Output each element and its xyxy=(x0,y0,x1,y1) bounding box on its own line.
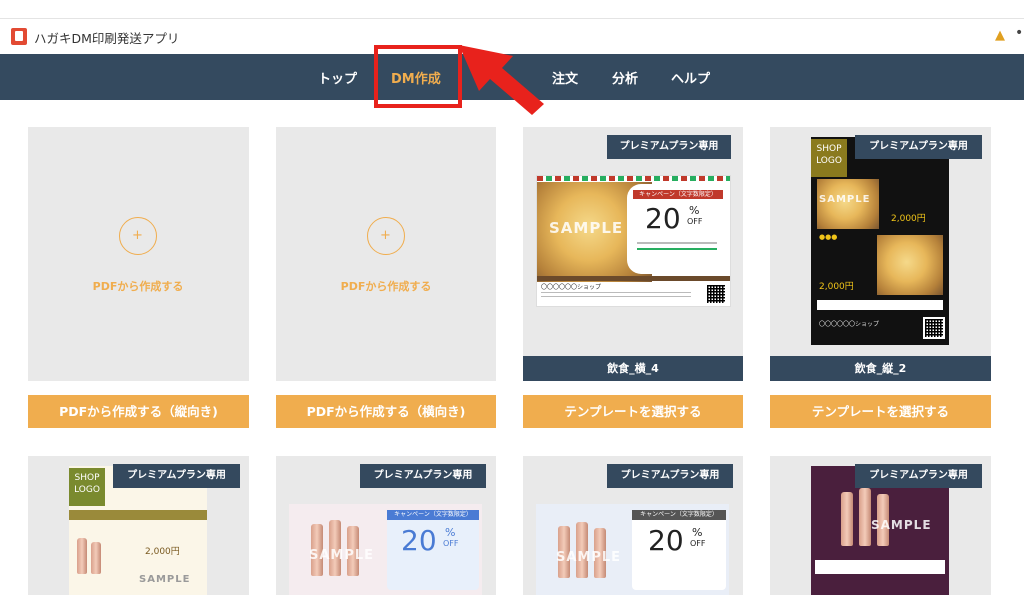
percent-sign: % xyxy=(692,526,703,539)
template-thumbnail: SAMPLE キャンペーン（文字数限定） 20 % OFF xyxy=(536,504,729,595)
premium-badge: プレミアムプラン専用 xyxy=(855,135,982,159)
pdf-create-label: PDFから作成する xyxy=(340,280,432,293)
sample-watermark: SAMPLE xyxy=(139,574,191,585)
pdf-card-horizontal[interactable]: + PDFから作成する xyxy=(276,127,496,381)
nav-item-help[interactable]: ヘルプ xyxy=(671,68,710,87)
price-label: 2,000円 xyxy=(891,214,926,224)
pdf-create-vertical-button[interactable]: PDFから作成する（縦向き) xyxy=(28,395,249,428)
shop-logo: SHOP LOGO xyxy=(811,139,847,177)
add-circle-icon: + xyxy=(367,217,405,255)
premium-badge: プレミアムプラン専用 xyxy=(855,464,982,488)
off-label: OFF xyxy=(690,539,706,548)
template-card-cosmetics-vertical-2[interactable]: SAMPLE プレミアムプラン専用 xyxy=(770,456,991,595)
campaign-label: キャンペーン（文字数限定） xyxy=(633,190,723,199)
more-icon[interactable]: ••• xyxy=(1015,25,1024,41)
off-label: OFF xyxy=(687,217,703,226)
discount-value: 20 xyxy=(401,524,437,557)
pdf-create-label: PDFから作成する xyxy=(92,280,184,293)
template-card-food-horizontal[interactable]: SAMPLE キャンペーン（文字数限定） 20 % OFF 〇〇〇〇〇〇ショップ… xyxy=(523,127,743,356)
shop-name: 〇〇〇〇〇〇ショップ xyxy=(819,321,880,328)
select-template-button[interactable]: テンプレートを選択する xyxy=(770,395,991,428)
template-card-cosmetics-horizontal-2[interactable]: SAMPLE キャンペーン（文字数限定） 20 % OFF プレミアムプラン専用 xyxy=(523,456,743,595)
qr-code-icon xyxy=(923,317,945,339)
template-thumbnail: SHOP LOGO SAMPLE ●●● 2,000円 2,000円 〇〇〇〇〇… xyxy=(811,137,949,345)
price-label: 2,000円 xyxy=(145,547,180,557)
template-card-food-vertical[interactable]: SHOP LOGO SAMPLE ●●● 2,000円 2,000円 〇〇〇〇〇… xyxy=(770,127,991,356)
template-thumbnail: SAMPLE キャンペーン（文字数限定） 20 % OFF xyxy=(289,504,482,595)
shop-logo: SHOP LOGO xyxy=(69,468,105,506)
template-caption: 飲食_縦_2 xyxy=(770,356,991,381)
template-thumbnail: SAMPLE キャンペーン（文字数限定） 20 % OFF 〇〇〇〇〇〇ショップ xyxy=(536,175,731,307)
app-title: ハガキDM印刷発送アプリ xyxy=(34,31,180,46)
sample-watermark: SAMPLE xyxy=(871,518,932,532)
premium-badge: プレミアムプラン専用 xyxy=(113,464,240,488)
qr-code-icon xyxy=(705,283,727,305)
sample-watermark: SAMPLE xyxy=(556,550,622,565)
off-label: OFF xyxy=(443,539,459,548)
discount-value: 20 xyxy=(648,524,684,557)
price-label: 2,000円 xyxy=(819,282,854,292)
shop-name: 〇〇〇〇〇〇ショップ xyxy=(541,284,602,291)
highlight-box xyxy=(374,45,462,108)
select-template-button[interactable]: テンプレートを選択する xyxy=(523,395,743,428)
pdf-create-horizontal-button[interactable]: PDFから作成する（横向き) xyxy=(276,395,496,428)
nav-item-order[interactable]: 注文 xyxy=(552,68,578,87)
nav-item-top[interactable]: トップ xyxy=(318,68,357,87)
premium-badge: プレミアムプラン専用 xyxy=(607,135,731,159)
discount-value: 20 xyxy=(645,202,681,235)
add-circle-icon: + xyxy=(119,217,157,255)
campaign-label: キャンペーン（文字数限定） xyxy=(632,510,726,520)
percent-sign: % xyxy=(445,526,456,539)
pdf-card-vertical[interactable]: + PDFから作成する xyxy=(28,127,249,381)
template-card-cosmetics-vertical[interactable]: SHOP LOGO 2,000円 SAMPLE プレミアムプラン専用 xyxy=(28,456,249,595)
pointer-arrow-icon xyxy=(459,45,544,115)
sample-watermark: SAMPLE xyxy=(309,548,375,563)
campaign-label: キャンペーン（文字数限定） xyxy=(387,510,479,520)
sample-watermark: SAMPLE xyxy=(549,219,624,237)
app-logo-icon xyxy=(11,28,27,45)
premium-badge: プレミアムプラン専用 xyxy=(360,464,486,488)
percent-sign: % xyxy=(689,204,700,217)
premium-badge: プレミアムプラン専用 xyxy=(607,464,733,488)
template-caption: 飲食_横_4 xyxy=(523,356,743,381)
template-card-cosmetics-horizontal[interactable]: SAMPLE キャンペーン（文字数限定） 20 % OFF プレミアムプラン専用 xyxy=(276,456,496,595)
pin-icon[interactable]: ▲ xyxy=(995,28,1005,43)
sample-watermark: SAMPLE xyxy=(819,194,871,205)
nav-item-analysis[interactable]: 分析 xyxy=(612,68,638,87)
